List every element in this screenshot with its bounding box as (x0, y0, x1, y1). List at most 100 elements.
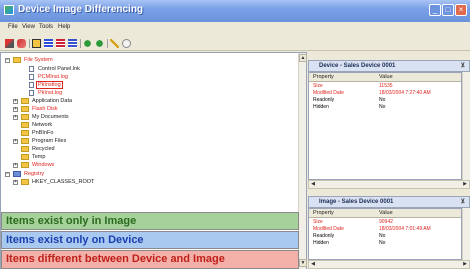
view-tree-icon[interactable] (68, 39, 77, 48)
app-icon (4, 5, 14, 15)
property-value: 18/03/2004 7:27:40 AM (379, 90, 431, 96)
undo-icon[interactable] (17, 39, 26, 48)
table-row[interactable]: Hidden No (309, 240, 461, 247)
scroll-down-button[interactable]: ▼ (299, 259, 307, 267)
tree-item[interactable]: + My Documents (5, 114, 285, 122)
tree-item-label: Windows (32, 162, 55, 168)
expand-icon[interactable]: + (13, 139, 18, 144)
tree-item-label: PCMInst.log (38, 74, 68, 80)
help-icon[interactable] (122, 39, 131, 48)
close-button[interactable]: × (455, 4, 467, 16)
pin-icon[interactable]: ⊻ (461, 197, 465, 207)
maximize-button[interactable]: □ (442, 4, 454, 16)
expand-icon[interactable]: + (13, 107, 18, 112)
menu-help[interactable]: Help (58, 24, 70, 30)
table-row[interactable]: Size 11535 (309, 83, 461, 90)
tree-item[interactable]: + Application Data (5, 98, 285, 106)
table-header: Property Value (309, 73, 461, 82)
property-name: Modified Date (313, 226, 344, 232)
image-table-hscroll[interactable]: ◀ ▶ (308, 260, 470, 269)
collapse-icon[interactable]: − (5, 58, 10, 63)
export-icon[interactable] (95, 39, 104, 48)
tree-item[interactable]: + HKEY_CLASSES_ROOT (5, 179, 285, 185)
property-name: Modified Date (313, 90, 344, 96)
tree-item[interactable]: − Registry (5, 171, 285, 179)
table-row[interactable]: Readonly No (309, 97, 461, 104)
device-properties-table: Property Value Size 11535 Modified Date … (308, 72, 462, 180)
scroll-right-button[interactable]: ▶ (461, 261, 469, 268)
tree-item-label: PnBInFo (32, 130, 54, 136)
tree-item[interactable]: + Flash Disk (5, 106, 285, 114)
expand-icon[interactable]: + (13, 99, 18, 104)
sync-icon[interactable] (83, 39, 92, 48)
device-panel-header: Device - Sales Device 0001 ⊻ (308, 60, 470, 72)
folder-icon (21, 146, 29, 152)
tree-item[interactable]: Temp (5, 154, 285, 162)
view-detail-icon[interactable] (56, 39, 65, 48)
property-name: Readonly (313, 97, 335, 103)
tree-item-label: HKEY_CLASSES_ROOT (32, 179, 95, 185)
refresh-icon[interactable] (110, 39, 119, 48)
tree-item[interactable]: PCMInst.log (5, 74, 285, 82)
table-row[interactable]: Readonly No (309, 233, 461, 240)
scroll-up-button[interactable]: ▲ (299, 54, 307, 62)
folder-icon (21, 162, 29, 168)
column-header-value[interactable]: Value (379, 210, 393, 216)
menu-view[interactable]: View (22, 24, 35, 30)
table-row[interactable]: Size 90942 (309, 219, 461, 226)
property-value: No (379, 104, 386, 110)
table-row[interactable]: Modified Date 18/03/2004 7:01:49 AM (309, 226, 461, 233)
device-table-scrollbar[interactable] (462, 72, 470, 180)
image-properties-table: Property Value Size 90942 Modified Date … (308, 208, 462, 260)
tree-scrollbar[interactable]: ▲ ▼ (298, 53, 307, 269)
property-value: 90942 (379, 219, 393, 225)
tree-item[interactable]: + Program Files (5, 138, 285, 146)
device-table-hscroll[interactable]: ◀ ▶ (308, 180, 470, 189)
menu-file[interactable]: File (8, 24, 18, 30)
tree-item[interactable]: − File System (5, 57, 285, 65)
expand-icon[interactable]: + (13, 180, 18, 185)
tree-item[interactable]: PkInst.log (5, 90, 285, 98)
file-icon (29, 74, 34, 80)
file-icon (29, 66, 34, 72)
toolbar-separator (80, 39, 81, 48)
view-list-icon[interactable] (44, 39, 53, 48)
scroll-left-button[interactable]: ◀ (309, 261, 317, 268)
column-header-property[interactable]: Property (313, 74, 334, 80)
expand-icon[interactable]: + (13, 115, 18, 120)
tree-item[interactable]: Control Panel.lnk (5, 66, 285, 74)
image-table-scrollbar[interactable] (462, 208, 470, 260)
folder-icon (21, 98, 29, 104)
property-name: Size (313, 83, 323, 89)
table-row[interactable]: Modified Date 18/03/2004 7:27:40 AM (309, 90, 461, 97)
legend-device-only: Items exist only on Device (1, 231, 299, 249)
property-value: No (379, 233, 386, 239)
tree-item[interactable]: PnBInFo (5, 130, 285, 138)
tree-item[interactable]: Recycled (5, 146, 285, 154)
file-icon (29, 82, 34, 88)
scroll-right-button[interactable]: ▶ (461, 181, 469, 188)
expand-icon[interactable]: + (13, 163, 18, 168)
compare-icon[interactable] (32, 39, 41, 48)
property-name: Size (313, 219, 323, 225)
properties-pane: Device - Sales Device 0001 ⊻ Property Va… (308, 52, 470, 269)
cut-icon[interactable] (5, 39, 14, 48)
column-header-value[interactable]: Value (379, 74, 393, 80)
column-header-property[interactable]: Property (313, 210, 334, 216)
minimize-button[interactable]: _ (429, 4, 441, 16)
table-row[interactable]: Hidden No (309, 104, 461, 111)
menu-tools[interactable]: Tools (39, 24, 53, 30)
folder-icon (21, 130, 29, 136)
menu-bar: File View Tools Help (0, 22, 470, 36)
tree-item-label: Flash Disk (32, 106, 58, 112)
tree-item[interactable]: + Windows (5, 162, 285, 170)
collapse-icon[interactable]: − (5, 172, 10, 177)
tree-item-label: Recycled (32, 146, 55, 152)
tree-item-label: My Documents (32, 114, 69, 120)
tree-item[interactable]: PkInstlog (5, 81, 285, 90)
scroll-left-button[interactable]: ◀ (309, 181, 317, 188)
title-bar[interactable]: Device Image Differencing _ □ × (0, 0, 470, 22)
pin-icon[interactable]: ⊻ (461, 61, 465, 71)
property-value: No (379, 240, 386, 246)
tree-item[interactable]: Network (5, 122, 285, 130)
